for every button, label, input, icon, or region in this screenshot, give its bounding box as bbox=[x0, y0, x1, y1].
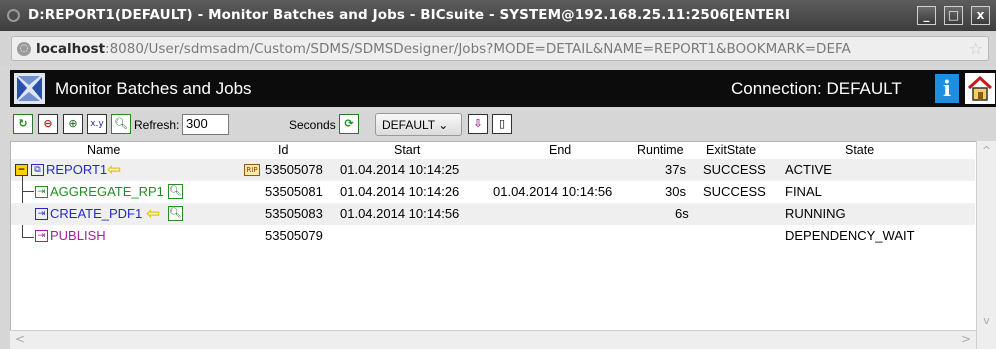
row-runtime: 6s bbox=[675, 206, 689, 221]
window-menu-icon[interactable] bbox=[7, 9, 20, 22]
row-runtime: 37s bbox=[665, 162, 686, 177]
row-id: 53505078 bbox=[265, 162, 323, 177]
current-position-arrow-icon: ⇦ bbox=[107, 160, 122, 180]
current-position-arrow-icon: ⇦ bbox=[146, 204, 161, 224]
window-title: D:REPORT1(DEFAULT) - Monitor Batches and… bbox=[28, 7, 791, 23]
col-header-exitstate[interactable]: ExitState bbox=[706, 143, 756, 157]
scroll-down-icon[interactable]: v bbox=[977, 314, 996, 327]
job-icon: ⇥ bbox=[35, 186, 48, 198]
minimize-button[interactable]: _ bbox=[917, 6, 936, 25]
search-icon[interactable]: 🔍︎ bbox=[111, 114, 131, 134]
row-state: ACTIVE bbox=[785, 162, 832, 177]
magnifier-icon[interactable]: 🔍︎ bbox=[168, 184, 183, 199]
col-header-name[interactable]: Name bbox=[87, 143, 120, 157]
scroll-left-icon[interactable]: < bbox=[15, 332, 25, 346]
col-header-start[interactable]: Start bbox=[394, 143, 420, 157]
rip-badge-icon: RIP bbox=[244, 164, 260, 176]
row-end: 01.04.2014 10:14:56 bbox=[493, 184, 613, 199]
row-start: 01.04.2014 10:14:26 bbox=[340, 184, 460, 199]
toolbar: ↻ ⊖ ⊕ x.y 🔍︎ Refresh: 300 Seconds ⟳ DEFA… bbox=[10, 109, 996, 141]
row-name[interactable]: AGGREGATE_RP1 bbox=[50, 184, 164, 199]
globe-icon: ◌ bbox=[17, 42, 31, 56]
col-header-end[interactable]: End bbox=[549, 143, 571, 157]
row-exitstate: SUCCESS bbox=[703, 184, 766, 199]
app-title: Monitor Batches and Jobs bbox=[55, 79, 252, 98]
horizontal-scrollbar[interactable]: < > bbox=[10, 330, 976, 349]
maximize-button[interactable]: □ bbox=[944, 6, 963, 25]
row-runtime: 30s bbox=[665, 184, 686, 199]
refresh-icon[interactable]: ↻ bbox=[13, 114, 33, 134]
refresh-label: Refresh: bbox=[134, 118, 180, 132]
browser-toolbar: ◌ localhost:8080/User/sdmsadm/Custom/SDM… bbox=[0, 31, 996, 66]
job-icon: ⇥ bbox=[35, 230, 48, 242]
col-header-runtime[interactable]: Runtime bbox=[637, 143, 684, 157]
row-name[interactable]: CREATE_PDF1 bbox=[50, 206, 142, 221]
row-start: 01.04.2014 10:14:56 bbox=[340, 206, 460, 221]
auto-refresh-icon[interactable]: ⟳ bbox=[339, 114, 359, 134]
expand-all-icon[interactable]: ⊕ bbox=[63, 114, 83, 134]
info-icon[interactable]: i bbox=[935, 74, 959, 103]
window-titlebar: D:REPORT1(DEFAULT) - Monitor Batches and… bbox=[0, 0, 996, 31]
row-id: 53505079 bbox=[265, 228, 323, 243]
row-state: DEPENDENCY_WAIT bbox=[785, 228, 915, 243]
bicsuite-logo-icon bbox=[14, 73, 45, 104]
bookmark-select[interactable]: DEFAULT ⌄ bbox=[375, 113, 462, 136]
vertical-scrollbar[interactable]: ^ v bbox=[976, 141, 996, 349]
refresh-interval-input[interactable]: 300 bbox=[182, 114, 229, 135]
connection-label: Connection: DEFAULT bbox=[731, 79, 902, 98]
scroll-up-icon[interactable]: ^ bbox=[977, 144, 996, 157]
download-icon[interactable]: ⇩ bbox=[468, 114, 488, 134]
row-start: 01.04.2014 10:14:25 bbox=[340, 162, 460, 177]
app-header: Monitor Batches and Jobs Connection: DEF… bbox=[10, 70, 996, 107]
url-text[interactable]: localhost:8080/User/sdmsadm/Custom/SDMS/… bbox=[36, 41, 966, 57]
home-icon[interactable] bbox=[965, 73, 995, 104]
cancel-job-icon[interactable]: ⊖ bbox=[38, 114, 58, 134]
row-name[interactable]: REPORT1 bbox=[46, 162, 107, 177]
col-header-state[interactable]: State bbox=[845, 143, 874, 157]
document-icon[interactable]: ▯ bbox=[492, 114, 512, 134]
row-name[interactable]: PUBLISH bbox=[50, 228, 106, 243]
xy-toggle-icon[interactable]: x.y bbox=[87, 114, 107, 134]
row-id: 53505083 bbox=[265, 206, 323, 221]
seconds-label: Seconds bbox=[289, 118, 336, 132]
col-header-id[interactable]: Id bbox=[278, 143, 288, 157]
batch-icon: ⧉ bbox=[31, 164, 44, 176]
collapse-icon[interactable]: − bbox=[15, 164, 28, 176]
row-state: FINAL bbox=[785, 184, 822, 199]
row-exitstate: SUCCESS bbox=[703, 162, 766, 177]
bookmark-star-icon[interactable]: ☆ bbox=[969, 39, 983, 58]
job-icon: ⇥ bbox=[35, 208, 48, 220]
magnifier-icon[interactable]: 🔍︎ bbox=[168, 206, 183, 221]
scroll-right-icon[interactable]: > bbox=[961, 332, 971, 346]
row-state: RUNNING bbox=[785, 206, 846, 221]
row-id: 53505081 bbox=[265, 184, 323, 199]
url-bar[interactable]: ◌ localhost:8080/User/sdmsadm/Custom/SDM… bbox=[11, 36, 989, 61]
close-button[interactable]: x bbox=[971, 6, 990, 25]
